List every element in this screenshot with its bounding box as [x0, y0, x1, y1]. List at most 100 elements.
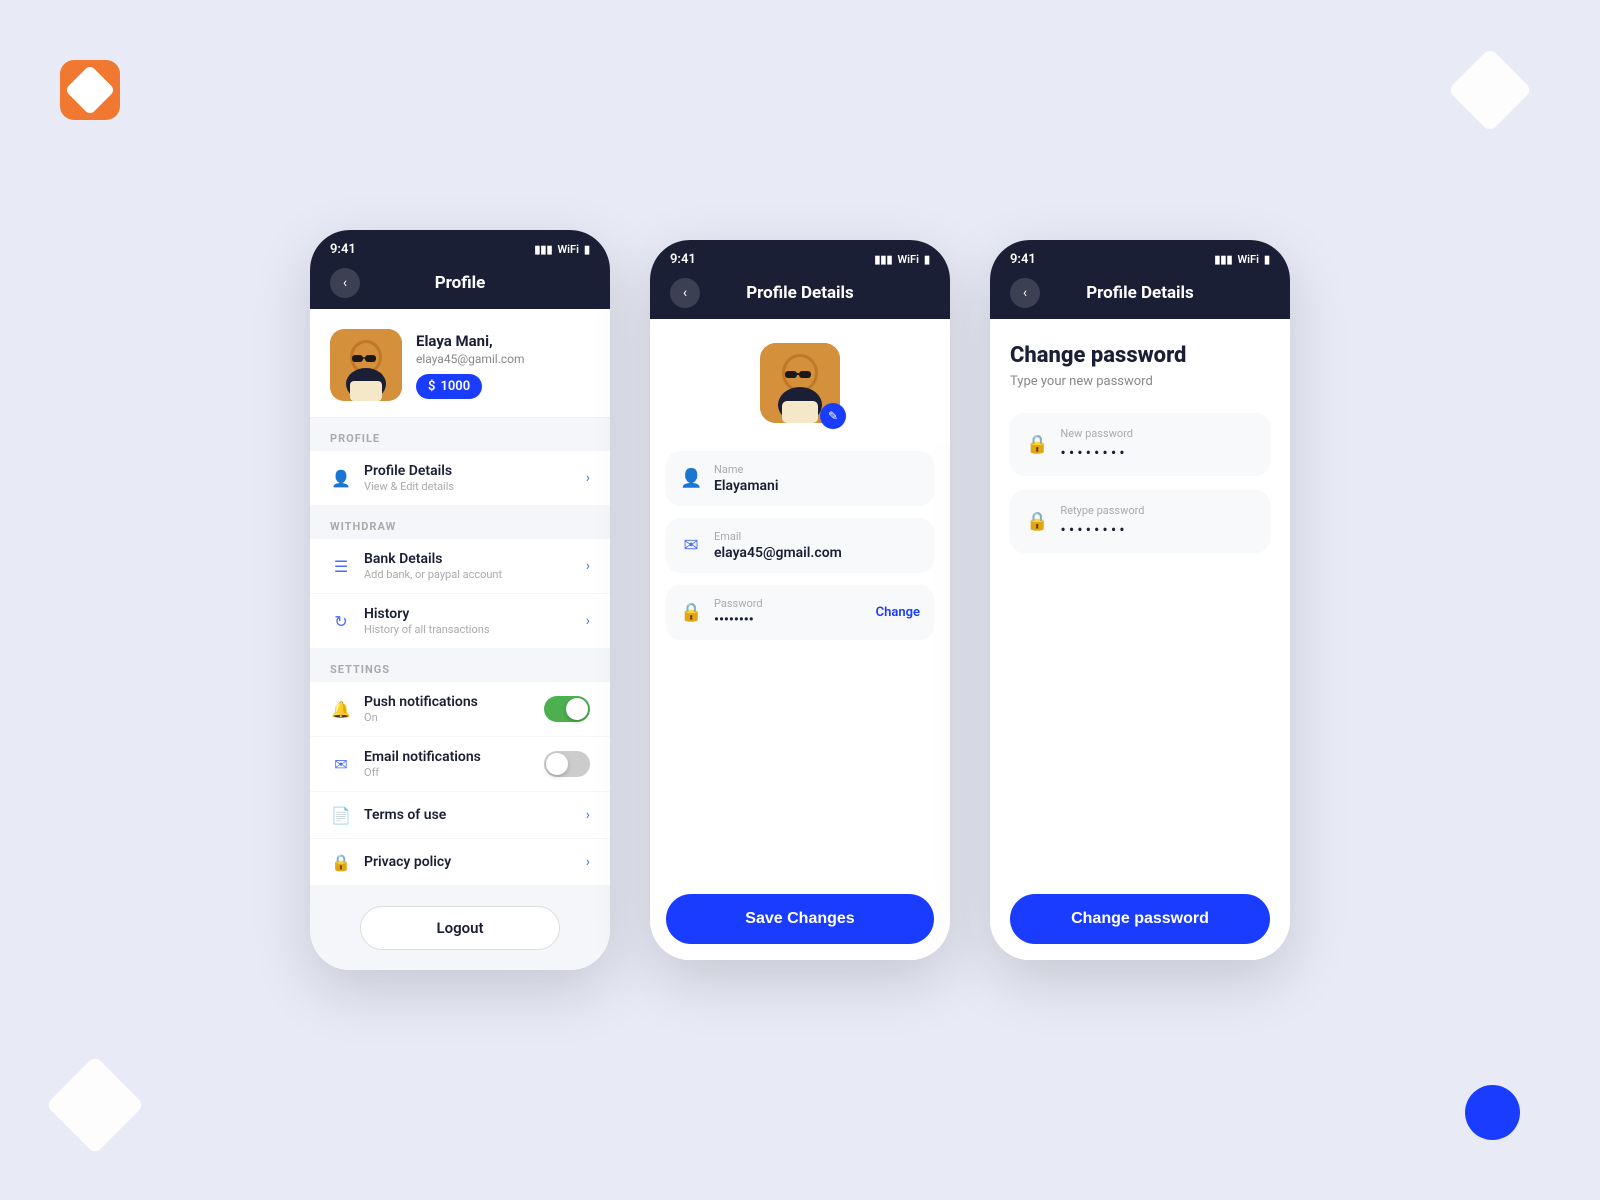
status-time-3: 9:41 [1010, 252, 1036, 267]
field-value-email: elaya45@gmail.com [714, 545, 920, 561]
menu-history[interactable]: ↻ History History of all transactions › [310, 594, 610, 649]
retype-password-value: •••••••• [1060, 520, 1254, 539]
person-field-icon: 👤 [680, 468, 702, 489]
phone-profile-details: 9:41 ▮▮▮ WiFi ▮ ‹ Profile Details [650, 240, 950, 960]
field-label-name: Name [714, 463, 920, 476]
section-settings: SETTINGS [310, 649, 610, 682]
menu-sub-profile: View & Edit details [364, 480, 574, 493]
wifi-icon-3: WiFi [1238, 253, 1259, 266]
avatar-edit-section: ✎ [650, 319, 950, 443]
nav-title-1: Profile [435, 273, 486, 293]
field-password[interactable]: 🔒 Password •••••••• Change [666, 585, 934, 640]
status-bar-1: 9:41 ▮▮▮ WiFi ▮ [310, 230, 610, 265]
section-withdraw: WITHDRAW [310, 506, 610, 539]
field-label-email: Email [714, 530, 920, 543]
terms-title: Terms of use [364, 807, 574, 823]
field-email[interactable]: ✉ Email elaya45@gmail.com [666, 518, 934, 573]
phone-change-password: 9:41 ▮▮▮ WiFi ▮ ‹ Profile Details Change… [990, 240, 1290, 960]
push-toggle[interactable] [544, 696, 590, 722]
back-button-3[interactable]: ‹ [1010, 278, 1040, 308]
change-pw-subtext: Type your new password [1010, 374, 1270, 389]
phone3-content: Change password Type your new password 🔒… [990, 319, 1290, 960]
battery-icon-2: ▮ [924, 253, 930, 266]
battery-icon-3: ▮ [1264, 253, 1270, 266]
nav-bar-3: ‹ Profile Details [990, 275, 1290, 319]
wifi-icon: WiFi [558, 243, 579, 256]
bank-icon: ☰ [330, 555, 352, 577]
menu-privacy[interactable]: 🔒 Privacy policy › [310, 839, 610, 886]
doc-icon: 📄 [330, 804, 352, 826]
menu-sub-history: History of all transactions [364, 623, 574, 636]
brand-logo [50, 50, 130, 130]
lock-field-icon: 🔒 [680, 602, 702, 623]
profile-email: elaya45@gamil.com [416, 352, 590, 366]
retype-password-field[interactable]: 🔒 Retype password •••••••• [1010, 490, 1270, 553]
change-password-button[interactable]: Change password [1010, 894, 1270, 944]
status-icons-1: ▮▮▮ WiFi ▮ [534, 243, 590, 256]
bell-icon: 🔔 [330, 698, 352, 720]
field-value-password: •••••••• [714, 612, 864, 628]
lock-new-icon: 🔒 [1026, 434, 1048, 455]
battery-icon: ▮ [584, 243, 590, 256]
signal-icon-3: ▮▮▮ [1214, 253, 1232, 266]
push-notif-title: Push notifications [364, 694, 532, 710]
chevron-right-icon: › [586, 470, 590, 486]
email-field-icon: ✉ [680, 535, 702, 556]
nav-title-3: Profile Details [1086, 283, 1194, 303]
balance-badge: $ 1000 [416, 374, 482, 399]
avatar-edit: ✎ [760, 343, 840, 423]
phone-profile: 9:41 ▮▮▮ WiFi ▮ ‹ Profile [310, 230, 610, 970]
phones-container: 9:41 ▮▮▮ WiFi ▮ ‹ Profile [0, 0, 1600, 1200]
status-icons-2: ▮▮▮ WiFi ▮ [874, 253, 930, 266]
menu-profile-details[interactable]: 👤 Profile Details View & Edit details › [310, 451, 610, 506]
status-bar-3: 9:41 ▮▮▮ WiFi ▮ [990, 240, 1290, 275]
logout-section: Logout [310, 886, 610, 970]
profile-header: Elaya Mani, elaya45@gamil.com $ 1000 [310, 309, 610, 418]
edit-badge[interactable]: ✎ [820, 403, 846, 429]
lock-retype-icon: 🔒 [1026, 511, 1048, 532]
email-notif-sub: Off [364, 766, 532, 779]
back-button-1[interactable]: ‹ [330, 268, 360, 298]
profile-info: Elaya Mani, elaya45@gamil.com $ 1000 [416, 332, 590, 399]
dollar-icon: $ [428, 379, 435, 394]
status-bar-2: 9:41 ▮▮▮ WiFi ▮ [650, 240, 950, 275]
email-icon: ✉ [330, 753, 352, 775]
new-password-label: New password [1060, 427, 1254, 440]
email-toggle[interactable] [544, 751, 590, 777]
change-pw-btn-section: Change password [990, 878, 1290, 960]
signal-icon: ▮▮▮ [534, 243, 552, 256]
change-pw-heading: Change password [1010, 343, 1270, 368]
new-password-field[interactable]: 🔒 New password •••••••• [1010, 413, 1270, 476]
save-changes-button[interactable]: Save Changes [666, 894, 934, 944]
retype-password-label: Retype password [1060, 504, 1254, 517]
chevron-right-icon-privacy: › [586, 854, 590, 870]
toggle-knob-email [546, 753, 568, 775]
menu-title-profile: Profile Details [364, 463, 574, 479]
deco-circle-bottomright [1465, 1085, 1520, 1140]
nav-title-2: Profile Details [746, 283, 854, 303]
field-name[interactable]: 👤 Name Elayamani [666, 451, 934, 506]
status-icons-3: ▮▮▮ WiFi ▮ [1214, 253, 1270, 266]
back-button-2[interactable]: ‹ [670, 278, 700, 308]
change-password-section: Change password Type your new password 🔒… [990, 319, 1290, 960]
toggle-email-notifications: ✉ Email notifications Off [310, 737, 610, 792]
lock-icon: 🔒 [330, 851, 352, 873]
balance-amount: 1000 [440, 379, 470, 394]
nav-bar-1: ‹ Profile [310, 265, 610, 309]
toggle-knob [566, 698, 588, 720]
menu-terms[interactable]: 📄 Terms of use › [310, 792, 610, 839]
field-label-password: Password [714, 597, 864, 610]
status-time-2: 9:41 [670, 252, 696, 267]
chevron-right-icon-bank: › [586, 558, 590, 574]
fields-section: 👤 Name Elayamani ✉ Email elaya45@gmail.c… [650, 443, 950, 878]
phone1-content: Elaya Mani, elaya45@gamil.com $ 1000 PRO… [310, 309, 610, 970]
menu-title-history: History [364, 606, 574, 622]
menu-bank-details[interactable]: ☰ Bank Details Add bank, or paypal accou… [310, 539, 610, 594]
menu-title-bank: Bank Details [364, 551, 574, 567]
logout-button[interactable]: Logout [360, 906, 560, 950]
save-btn-section: Save Changes [650, 878, 950, 960]
change-password-link[interactable]: Change [876, 605, 920, 620]
new-password-value: •••••••• [1060, 443, 1254, 462]
push-notif-sub: On [364, 711, 532, 724]
phone2-content: ✎ 👤 Name Elayamani ✉ Email el [650, 319, 950, 960]
